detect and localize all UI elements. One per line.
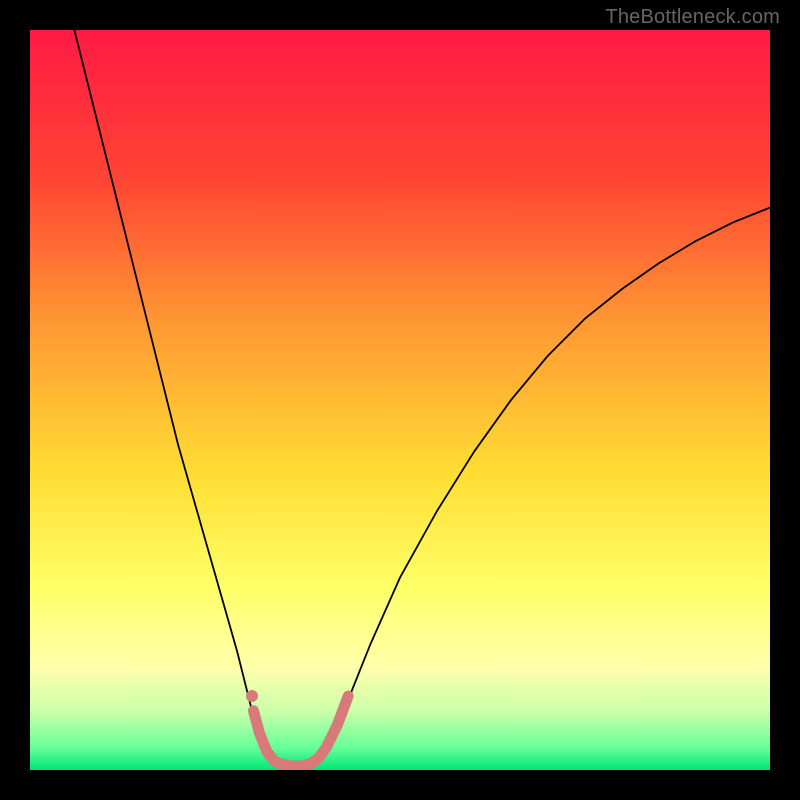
gradient-background xyxy=(30,30,770,770)
highlight-dot xyxy=(246,690,258,702)
chart-plot-area xyxy=(30,30,770,770)
bottleneck-chart xyxy=(30,30,770,770)
watermark-text: TheBottleneck.com xyxy=(605,6,780,29)
